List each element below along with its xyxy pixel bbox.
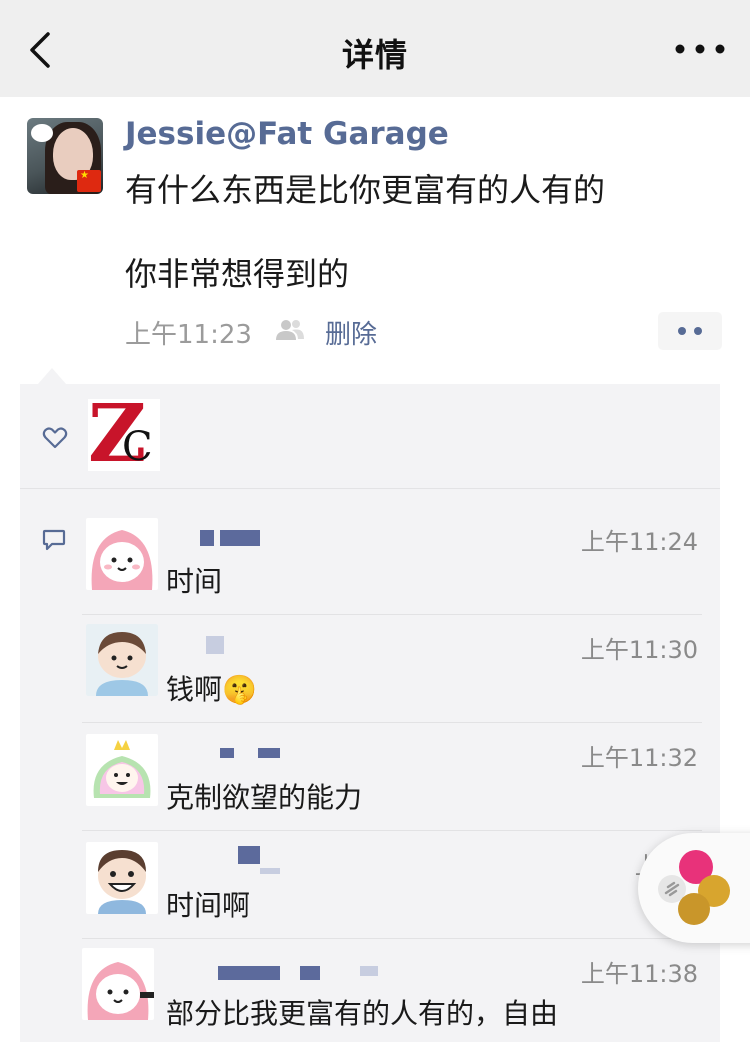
page-title: 详情 xyxy=(341,36,408,74)
commenter-avatar[interactable] xyxy=(82,948,154,1020)
comment-time: 上午11:38 xyxy=(580,960,698,988)
post-content-line-1: 有什么东西是比你更富有的人有的 xyxy=(125,171,606,209)
redacted-name xyxy=(238,846,260,864)
redacted-name xyxy=(220,748,234,758)
cartoon-boy-blue-icon xyxy=(86,624,158,696)
comment-text: 时间 xyxy=(166,565,223,598)
likes-comments-panel: Z C 上午11:24 时间 上午11:30 钱啊🤫 上午11:32 克制欲望的… xyxy=(20,384,720,1042)
likes-row: Z C xyxy=(20,384,720,489)
cartoon-girl-pointing-icon xyxy=(87,962,154,1020)
post-author-name[interactable]: Jessie@Fat Garage xyxy=(125,116,449,152)
floating-miniapp-button[interactable] xyxy=(638,833,750,943)
comment-icon xyxy=(42,529,66,551)
comment-text: 钱啊🤫 xyxy=(166,673,257,706)
cartoon-grinning-boy-icon xyxy=(98,850,146,914)
divider xyxy=(82,830,702,831)
commenter-avatar[interactable] xyxy=(86,842,158,914)
post-content-line-2: 你非常想得到的 xyxy=(125,255,350,293)
delete-link[interactable]: 删除 xyxy=(325,314,377,351)
redacted-name xyxy=(258,748,280,758)
comment-time: 上午11:24 xyxy=(580,528,698,556)
comment-time: 上午11:30 xyxy=(580,636,698,664)
divider xyxy=(82,614,702,615)
redacted-name xyxy=(300,966,320,980)
redacted-name xyxy=(360,966,378,976)
redacted-name xyxy=(218,966,280,980)
liker-avatar[interactable]: Z C xyxy=(88,393,160,473)
commenter-avatar[interactable] xyxy=(86,624,158,696)
miniapp-bubbles-icon xyxy=(658,850,730,925)
comment-text: 部分比我更富有的人有的，自由 xyxy=(166,997,559,1030)
more-options-icon[interactable] xyxy=(672,34,728,64)
panel-pointer xyxy=(38,368,66,384)
divider xyxy=(82,722,702,723)
visibility-people-icon xyxy=(276,320,304,340)
comment-time: 上午11:32 xyxy=(580,744,698,772)
redacted-name xyxy=(200,530,214,546)
post-author-avatar[interactable]: ★ xyxy=(27,118,103,194)
cartoon-girl-pink-icon xyxy=(91,530,153,590)
commenter-avatar[interactable] xyxy=(86,518,158,590)
heart-icon xyxy=(42,427,68,449)
divider xyxy=(82,938,702,939)
comment-text: 时间啊 xyxy=(166,889,251,922)
cartoon-rainbow-princess-icon xyxy=(93,740,151,798)
redacted-name xyxy=(260,868,280,874)
nav-bar: 详情 xyxy=(0,0,750,97)
menu-dot-icon xyxy=(678,327,686,335)
like-comment-menu-button[interactable] xyxy=(658,312,722,350)
china-flag-icon: ★ xyxy=(77,170,101,192)
comment-text: 克制欲望的能力 xyxy=(166,781,363,814)
redacted-name xyxy=(206,636,224,654)
menu-dot-icon xyxy=(694,327,702,335)
post-time: 上午11:23 xyxy=(125,320,252,350)
commenter-avatar[interactable] xyxy=(86,734,158,806)
redacted-name xyxy=(220,530,260,546)
